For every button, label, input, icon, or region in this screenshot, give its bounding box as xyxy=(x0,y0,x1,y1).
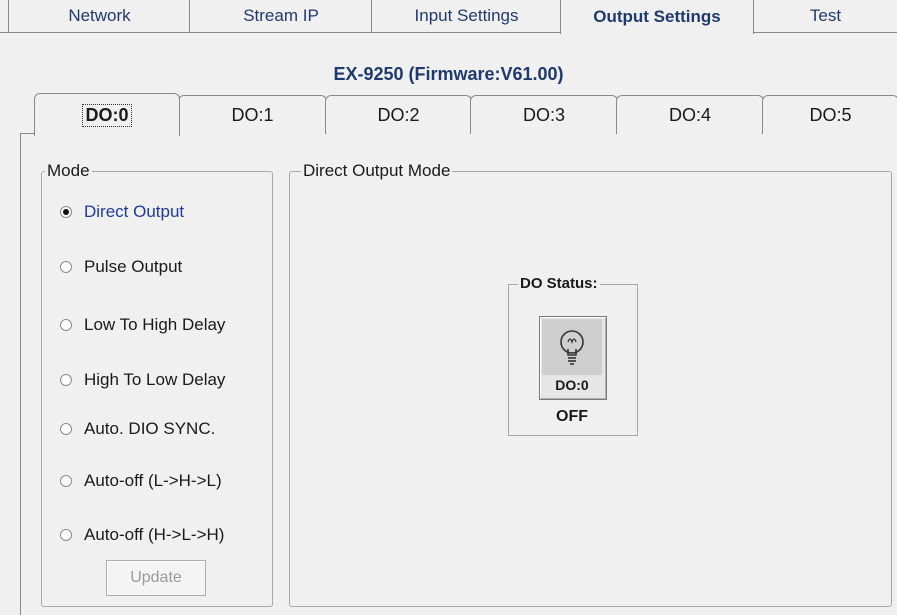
tab-do-1[interactable]: DO:1 xyxy=(178,95,327,134)
tab-output-settings[interactable]: Output Settings xyxy=(560,0,754,34)
tab-do-0[interactable]: DO:0 xyxy=(34,93,180,136)
radio-button[interactable] xyxy=(60,206,72,218)
do-status-legend: DO Status: xyxy=(518,275,600,292)
radio-label: Direct Output xyxy=(84,202,185,221)
light-bulb-icon xyxy=(542,319,602,375)
radio-label: Pulse Output xyxy=(84,257,183,276)
do-0-toggle-button[interactable]: DO:0 xyxy=(539,316,607,400)
tab-test[interactable]: Test xyxy=(752,0,897,33)
radio-pulse-output[interactable]: Pulse Output xyxy=(60,257,182,277)
radio-button[interactable] xyxy=(60,423,72,435)
radio-direct-output[interactable]: Direct Output xyxy=(60,202,184,222)
tab-stream-ip[interactable]: Stream IP xyxy=(189,0,373,33)
mode-legend: Mode xyxy=(45,161,92,181)
tab-input-settings[interactable]: Input Settings xyxy=(371,0,562,33)
tab-label: DO:3 xyxy=(522,104,565,125)
do-state-text: OFF xyxy=(556,408,588,425)
radio-auto-off-hlh[interactable]: Auto-off (H->L->H) xyxy=(60,525,224,545)
tab-do-4[interactable]: DO:4 xyxy=(616,95,764,134)
tab-label: DO:0 xyxy=(82,103,132,127)
tab-label: Output Settings xyxy=(593,7,721,26)
tab-label: Stream IP xyxy=(243,6,319,25)
tab-label: DO:1 xyxy=(231,104,274,125)
radio-high-to-low-delay[interactable]: High To Low Delay xyxy=(60,370,225,390)
radio-button[interactable] xyxy=(60,261,72,273)
tab-do-5[interactable]: DO:5 xyxy=(762,95,897,134)
radio-button[interactable] xyxy=(60,475,72,487)
tab-network[interactable]: Network xyxy=(8,0,191,33)
tab-label: DO:2 xyxy=(377,104,420,125)
tab-label: DO:5 xyxy=(809,104,852,125)
tab-do-3[interactable]: DO:3 xyxy=(470,95,618,134)
tab-label: Network xyxy=(68,6,131,25)
radio-auto-dio-sync[interactable]: Auto. DIO SYNC. xyxy=(60,419,215,439)
device-title: EX-9250 (Firmware:V61.00) xyxy=(333,64,564,84)
radio-auto-off-lhl[interactable]: Auto-off (L->H->L) xyxy=(60,471,222,491)
radio-button[interactable] xyxy=(60,319,72,331)
tab-label: DO:4 xyxy=(668,104,711,125)
direct-output-legend: Direct Output Mode xyxy=(301,161,453,181)
radio-button[interactable] xyxy=(60,529,72,541)
radio-low-to-high-delay[interactable]: Low To High Delay xyxy=(60,315,225,335)
radio-label: Auto-off (L->H->L) xyxy=(84,471,222,490)
tab-label: Test xyxy=(809,6,842,25)
radio-button[interactable] xyxy=(60,374,72,386)
tab-page-border xyxy=(20,133,21,615)
radio-label: Auto. DIO SYNC. xyxy=(84,419,216,438)
update-button[interactable]: Update xyxy=(106,560,206,596)
tab-do-2[interactable]: DO:2 xyxy=(325,95,472,134)
do-channel-label: DO:0 xyxy=(555,377,589,393)
radio-label: Low To High Delay xyxy=(84,315,226,334)
tab-label: Input Settings xyxy=(414,6,519,25)
radio-label: High To Low Delay xyxy=(84,370,226,389)
radio-label: Auto-off (H->L->H) xyxy=(84,525,225,544)
